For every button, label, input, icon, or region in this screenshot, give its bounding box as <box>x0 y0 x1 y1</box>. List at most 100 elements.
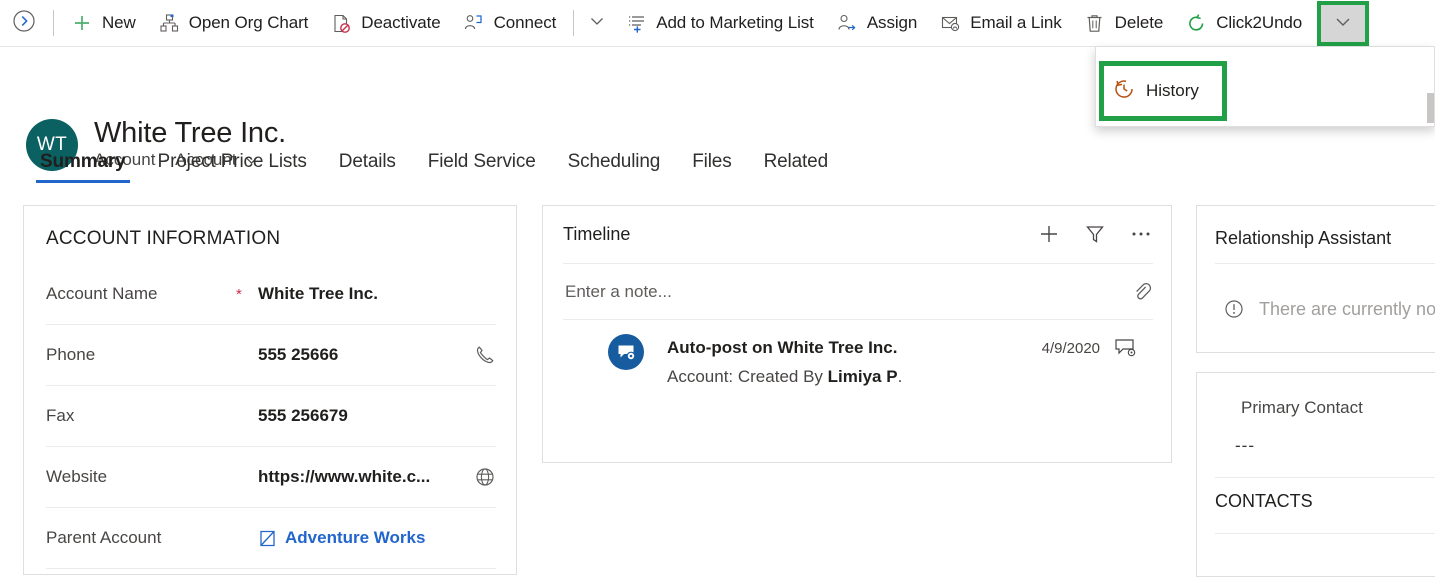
connect-label: Connect <box>493 13 557 32</box>
open-org-chart-label: Open Org Chart <box>188 13 309 32</box>
timeline-note-row <box>563 264 1153 320</box>
paperclip-icon[interactable] <box>1131 281 1153 303</box>
assign-button[interactable]: Assign <box>825 0 928 47</box>
add-to-marketing-list-label: Add to Marketing List <box>656 13 814 32</box>
chevron-down-icon <box>1333 11 1353 36</box>
delete-label: Delete <box>1114 13 1164 32</box>
flyout-item-history[interactable]: History <box>1099 61 1227 121</box>
deactivate-document-icon <box>330 12 352 34</box>
relationship-assistant-empty-text: There are currently no <box>1259 298 1435 319</box>
parent-account-link-label: Adventure Works <box>285 528 426 547</box>
command-overflow-flyout: History <box>1095 47 1435 127</box>
undo-circular-arrow-icon <box>1185 12 1207 34</box>
chevron-right-circle-icon <box>12 9 36 38</box>
contacts-section-title: CONTACTS <box>1215 491 1313 511</box>
account-information-title: ACCOUNT INFORMATION <box>46 228 281 249</box>
field-row-website: Website https://www.white.c... <box>46 447 496 508</box>
timeline-filter-button[interactable] <box>1081 220 1109 248</box>
connect-people-icon <box>463 12 485 34</box>
field-value-account-name[interactable]: White Tree Inc. <box>258 284 470 304</box>
timeline-entry[interactable]: Auto-post on White Tree Inc. Account: Cr… <box>563 334 1155 398</box>
deactivate-button[interactable]: Deactivate <box>319 0 451 47</box>
command-overflow-chevron-last[interactable] <box>1317 0 1370 46</box>
click2undo-label: Click2Undo <box>1216 13 1303 32</box>
field-label: Fax <box>46 406 75 425</box>
deactivate-label: Deactivate <box>361 13 441 32</box>
note-input[interactable] <box>563 280 1131 303</box>
primary-contact-divider <box>1215 477 1435 478</box>
tab-details[interactable]: Details <box>323 145 412 183</box>
email-a-link-button[interactable]: Email a Link <box>928 0 1072 47</box>
tab-label: Related <box>763 151 829 172</box>
command-divider-1 <box>53 10 54 36</box>
primary-contact-label: Primary Contact <box>1241 398 1363 417</box>
field-value-phone[interactable]: 555 25666 <box>258 345 470 365</box>
click2undo-button[interactable]: Click2Undo <box>1174 0 1313 47</box>
phone-icon[interactable] <box>470 344 496 366</box>
tab-scheduling[interactable]: Scheduling <box>552 145 677 183</box>
tab-label: Project Price Lists <box>157 151 307 172</box>
flyout-scrollbar[interactable] <box>1427 93 1434 123</box>
funnel-icon <box>1084 223 1106 245</box>
required-asterisk: * <box>236 285 242 303</box>
history-clock-icon <box>1113 78 1135 105</box>
post-settings-icon <box>608 334 644 370</box>
tab-label: Details <box>338 151 396 172</box>
field-label: Account Name <box>46 284 158 303</box>
connect-button[interactable]: Connect <box>452 0 568 47</box>
chevron-down-icon <box>588 12 606 35</box>
field-value-website[interactable]: https://www.white.c... <box>258 467 470 487</box>
field-label: Phone <box>46 345 96 364</box>
tab-label: Summary <box>40 151 126 172</box>
field-label: Website <box>46 467 108 486</box>
timeline-title: Timeline <box>563 224 631 244</box>
assign-person-icon <box>836 12 858 34</box>
timeline-card: Timeline Enter a note... Auto-post on Wh… <box>542 205 1172 463</box>
field-row-fax: Fax 555 256679 <box>46 386 496 447</box>
plus-icon <box>71 12 93 34</box>
relationship-assistant-card: Relationship Assistant There are current… <box>1196 205 1435 353</box>
timeline-more-button[interactable] <box>1127 220 1155 248</box>
tab-label: Files <box>692 151 732 172</box>
relationship-assistant-empty-state: There are currently no <box>1223 298 1435 320</box>
subtitle-prefix: Account: Created By <box>667 367 828 386</box>
tab-related[interactable]: Related <box>748 145 844 183</box>
timeline-entry-title: Auto-post on White Tree Inc. <box>667 338 898 357</box>
timeline-entry-date: 4/9/2020 <box>1041 340 1100 357</box>
tab-summary[interactable]: Summary <box>24 145 142 183</box>
email-link-icon <box>939 12 961 34</box>
add-to-marketing-list-button[interactable]: Add to Marketing List <box>614 0 825 47</box>
command-divider-2 <box>573 10 575 36</box>
tab-field-service[interactable]: Field Service <box>412 145 552 183</box>
form-tabs: Summary Project Price Lists Details Fiel… <box>0 145 1435 190</box>
delete-button[interactable]: Delete <box>1073 0 1175 47</box>
record-lookup-icon <box>258 529 277 548</box>
new-button-label: New <box>102 13 136 32</box>
tab-label: Field Service <box>427 151 536 172</box>
assign-label: Assign <box>866 13 918 32</box>
tab-files[interactable]: Files <box>676 145 747 183</box>
expand-panel-button[interactable] <box>0 0 47 47</box>
relationship-assistant-title: Relationship Assistant <box>1215 228 1392 248</box>
new-button[interactable]: New <box>60 0 147 47</box>
org-chart-icon <box>158 12 180 34</box>
open-org-chart-button[interactable]: Open Org Chart <box>147 0 320 47</box>
contacts-section-divider <box>1215 533 1435 534</box>
subtitle-suffix: . <box>897 367 903 386</box>
globe-icon[interactable] <box>470 466 496 488</box>
timeline-add-button[interactable] <box>1035 220 1063 248</box>
field-value-parent-account[interactable]: Adventure Works <box>258 528 470 548</box>
trash-icon <box>1084 12 1106 34</box>
command-overflow-chevron[interactable] <box>580 0 614 47</box>
tab-project-price-lists[interactable]: Project Price Lists <box>142 145 323 183</box>
field-row-parent-account: Parent Account Adventure Works <box>46 508 496 569</box>
flyout-item-label: History <box>1146 81 1199 100</box>
add-to-list-icon <box>625 12 647 34</box>
field-row-phone: Phone 555 25666 <box>46 325 496 386</box>
account-information-card: ACCOUNT INFORMATION Account Name * White… <box>23 205 517 575</box>
field-label: Parent Account <box>46 528 162 547</box>
command-bar: New Open Org Chart Deactivate Connect Ad… <box>0 0 1435 47</box>
tab-label: Scheduling <box>567 151 661 172</box>
primary-contact-value[interactable]: --- <box>1235 436 1255 456</box>
field-value-fax[interactable]: 555 256679 <box>258 406 470 426</box>
